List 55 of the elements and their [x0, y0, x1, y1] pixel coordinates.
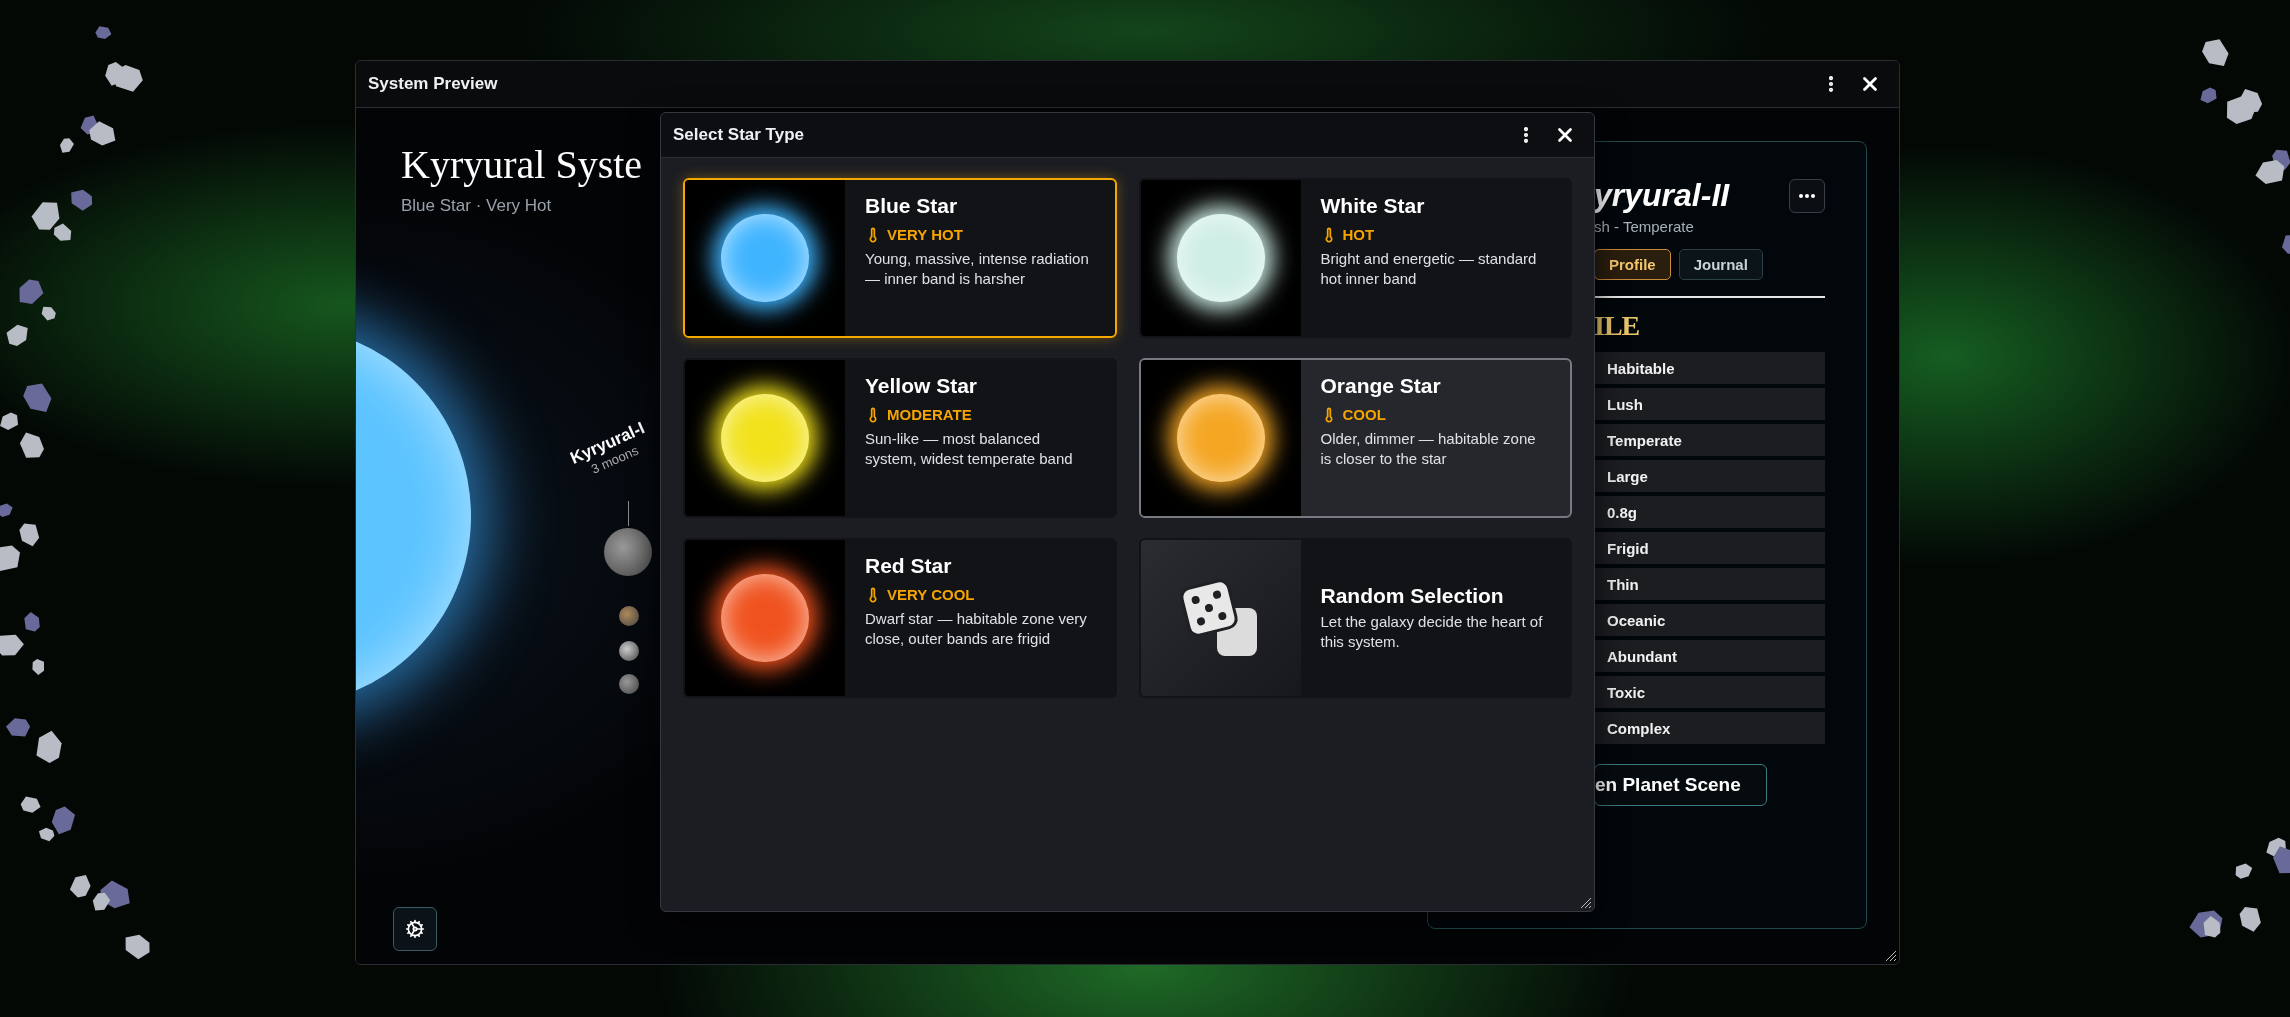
more-button[interactable]: [1789, 178, 1825, 213]
temperature-label: VERY HOT: [887, 226, 963, 243]
trait-row: Frigid: [1594, 532, 1825, 564]
temperature-label: VERY COOL: [887, 586, 975, 603]
panel-tab[interactable]: Journal: [1678, 249, 1763, 280]
temperature-label: COOL: [1342, 406, 1386, 423]
star-option-card[interactable]: Orange Star COOL Older, dimmer — habitable zone is closer to the star: [1138, 358, 1572, 518]
star-description: Sun-like — most balanced system, widest temperate band: [865, 429, 1074, 469]
trait-row: Complex: [1594, 712, 1825, 744]
system-title: Kyryural Syste: [401, 141, 643, 188]
resize-grip-icon[interactable]: [1580, 897, 1592, 909]
star-option-card[interactable]: White Star HOT Bright and energetic — standard hot inner band: [1138, 178, 1572, 338]
leader-line: [628, 501, 629, 526]
star-description: Young, massive, intense radiation — inner band is harsher: [865, 249, 1090, 289]
planet-subtitle: sh - Temperate: [1594, 218, 1695, 235]
star-option-card[interactable]: Red Star VERY COOL Dwarf star — habitable zone very close, outer bands are frigid: [683, 538, 1117, 698]
star-name: Random Selection: [1320, 584, 1505, 608]
trait-row: Abundant: [1594, 640, 1825, 672]
settings-button[interactable]: [393, 907, 437, 951]
trait-row: Oceanic: [1594, 604, 1825, 636]
open-scene-button[interactable]: en Planet Scene: [1594, 764, 1767, 806]
star-description: Bright and energetic — standard hot inner band: [1320, 249, 1538, 289]
trait-row: Thin: [1594, 568, 1825, 600]
moon-drawing: [619, 606, 639, 626]
section-heading: ILE: [1594, 310, 1641, 342]
star-option-card[interactable]: Blue Star VERY HOT Young, massive, intense radiation — inner band is harsher: [683, 178, 1117, 338]
trait-row: 0.8g: [1594, 496, 1825, 528]
moon-drawing: [619, 641, 639, 661]
star-name: Orange Star: [1320, 374, 1442, 398]
trait-row: Large: [1594, 460, 1825, 492]
trait-row: Temperate: [1594, 424, 1825, 456]
dialog-title: Select Star Type: [673, 125, 806, 145]
trait-row: Habitable: [1594, 352, 1825, 384]
moon-drawing: [619, 674, 639, 694]
trait-row: Lush: [1594, 388, 1825, 420]
resize-grip-icon[interactable]: [1885, 950, 1897, 962]
system-subtitle: Blue Star · Very Hot: [401, 196, 552, 216]
star-name: Yellow Star: [865, 374, 979, 398]
panel-tab[interactable]: Profile: [1594, 249, 1671, 280]
temperature-label: MODERATE: [887, 406, 972, 423]
star-name: Red Star: [865, 554, 953, 578]
star-description: Older, dimmer — habitable zone is closer to the star: [1320, 429, 1537, 469]
star-description: Let the galaxy decide the heart of this system.: [1320, 612, 1544, 652]
ellipsis-icon: [1799, 193, 1815, 198]
star-name: White Star: [1320, 194, 1426, 218]
window-title: System Preview: [368, 74, 499, 94]
star-name: Blue Star: [865, 194, 959, 218]
temperature-label: HOT: [1342, 226, 1375, 243]
gear-icon: [405, 919, 425, 939]
star-option-card[interactable]: Yellow Star MODERATE Sun-like — most balanced system, widest temperate band: [683, 358, 1117, 518]
trait-row: Toxic: [1594, 676, 1825, 708]
star-description: Dwarf star — habitable zone very close, outer bands are frigid: [865, 609, 1088, 649]
planet-drawing[interactable]: [604, 528, 652, 576]
planet-title: yryural-II: [1594, 177, 1730, 214]
star-option-card[interactable]: Random Selection Let the galaxy decide the heart of this system.: [1138, 538, 1572, 698]
